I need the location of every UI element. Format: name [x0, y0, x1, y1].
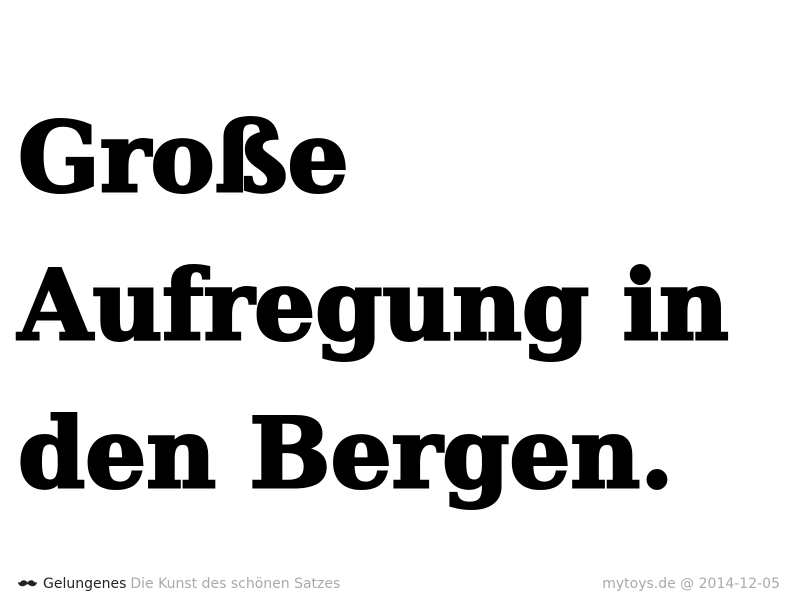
footer: Gelungenes Die Kunst des schönen Satzes …	[18, 574, 780, 594]
source-date: mytoys.de @ 2014-12-05	[602, 576, 780, 592]
brand-name: Gelungenes	[43, 576, 127, 592]
mustache-icon	[18, 580, 37, 587]
headline-line-3: den Bergen.	[17, 396, 676, 512]
headline: Große Aufregung in den Bergen.	[17, 84, 788, 528]
brand[interactable]: Gelungenes	[18, 576, 130, 592]
headline-line-2: Aufregung in	[17, 248, 731, 364]
headline-line-1: Große	[17, 100, 351, 216]
tagline: Die Kunst des schönen Satzes	[130, 576, 341, 592]
